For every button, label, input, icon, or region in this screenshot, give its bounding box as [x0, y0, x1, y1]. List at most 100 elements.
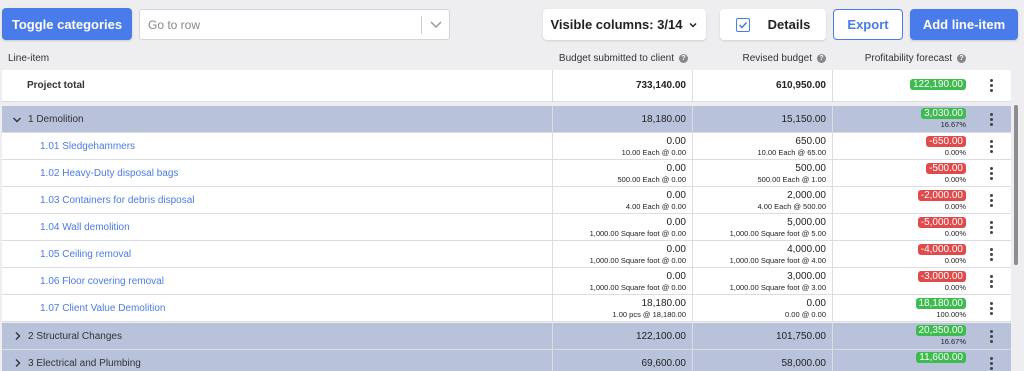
chevron-right-icon[interactable] — [13, 358, 23, 368]
category-profit-wrap: 20,350.00 16.67% — [915, 325, 966, 347]
add-line-item-button[interactable]: Add line-item — [910, 9, 1018, 40]
line-item-link[interactable]: 1.03 Containers for debris disposal — [40, 187, 195, 213]
help-icon[interactable]: ? — [817, 53, 826, 63]
line-item-link[interactable]: 1.06 Floor covering removal — [40, 268, 164, 294]
line-item-link[interactable]: 1.07 Client Value Demolition — [40, 295, 165, 321]
line-item-profit-badge: -5,000.00 — [917, 217, 966, 228]
line-item-budget-detail: 1.00 pcs @ 18,180.00 — [612, 310, 687, 319]
category-label: 1 Demolition — [28, 113, 84, 125]
category-profit-badge: 20,350.00 — [915, 325, 966, 336]
line-item-row[interactable]: 1.07 Client Value Demolition 18,180.00 1.… — [2, 295, 1011, 322]
help-icon[interactable]: ? — [679, 53, 688, 63]
vertical-scrollbar[interactable] — [1014, 105, 1018, 265]
more-options-icon[interactable] — [990, 275, 993, 290]
total-profit-badge-wrap: 122,190.00 — [909, 79, 966, 90]
line-item-profit-cell: 18,180.00 100.00% — [832, 295, 970, 321]
category-profit-wrap: 3,030.00 16.67% — [921, 108, 966, 130]
total-profit-badge: 122,190.00 — [909, 79, 966, 90]
line-item-budget-detail: 1,000.00 Square foot @ 0.00 — [589, 229, 686, 238]
column-header-label: Revised budget — [742, 52, 813, 64]
line-item-budget-value: 18,180.00 — [641, 298, 687, 309]
more-options-icon[interactable] — [990, 167, 993, 182]
line-item-budget-cell: 18,180.00 1.00 pcs @ 18,180.00 — [552, 295, 692, 321]
line-item-revised-value: 0.00 — [806, 298, 826, 309]
category-budget-value: 69,600.00 — [641, 358, 687, 369]
chevron-down-icon[interactable] — [12, 115, 22, 125]
line-item-budget-value: 0.00 — [666, 271, 686, 282]
chevron-down-icon[interactable] — [428, 15, 444, 33]
category-row[interactable]: 3 Electrical and Plumbing 69,600.00 58,0… — [2, 350, 1011, 371]
column-header-label: Line-item — [8, 52, 50, 64]
more-options-icon[interactable] — [990, 357, 993, 371]
toggle-categories-button[interactable]: Toggle categories — [2, 8, 132, 40]
more-options-icon[interactable] — [990, 302, 993, 317]
line-item-row[interactable]: 1.03 Containers for debris disposal 0.00… — [2, 187, 1011, 214]
column-header-profit[interactable]: Profitability forecast ? — [830, 48, 966, 68]
total-budget-value: 733,140.00 — [635, 80, 686, 91]
line-item-profit-cell: -3,000.00 0.00% — [832, 268, 970, 294]
export-button[interactable]: Export — [833, 9, 903, 40]
more-options-icon[interactable] — [990, 194, 993, 209]
category-profit-cell: 20,350.00 16.67% — [832, 323, 970, 349]
category-row[interactable]: 2 Structural Changes 122,100.00 101,750.… — [2, 323, 1011, 350]
category-profit-percent: 16.67% — [940, 337, 966, 346]
line-item-budget-cell: 0.00 10.00 Each @ 0.00 — [552, 133, 692, 159]
add-line-item-label: Add line-item — [922, 17, 1006, 32]
go-to-row-select[interactable] — [139, 9, 450, 40]
column-header-revised[interactable]: Revised budget ? — [690, 48, 826, 68]
details-toggle[interactable]: Details — [720, 9, 826, 40]
line-item-row[interactable]: 1.04 Wall demolition 0.00 1,000.00 Square… — [2, 214, 1011, 241]
total-revised-value: 610,950.00 — [775, 80, 826, 91]
line-item-profit-badge: -3,000.00 — [917, 271, 966, 282]
more-options-icon[interactable] — [990, 221, 993, 236]
line-item-row[interactable]: 1.06 Floor covering removal 0.00 1,000.00… — [2, 268, 1011, 295]
line-item-budget-detail: 4.00 Each @ 0.00 — [625, 202, 686, 211]
details-label: Details — [767, 17, 811, 32]
line-item-revised-value: 3,000.00 — [787, 271, 826, 282]
line-item-budget-value: 0.00 — [666, 244, 686, 255]
line-item-budget-cell: 0.00 1,000.00 Square foot @ 0.00 — [552, 268, 692, 294]
line-item-profit-percent: 0.00% — [944, 202, 966, 211]
more-options-icon[interactable] — [990, 113, 993, 128]
category-row[interactable]: 1 Demolition 18,180.00 15,150.00 3,030.0… — [2, 106, 1011, 133]
line-item-link[interactable]: 1.05 Ceiling removal — [40, 241, 131, 267]
line-item-link[interactable]: 1.04 Wall demolition — [40, 214, 130, 240]
line-item-profit-badge: -4,000.00 — [917, 244, 966, 255]
line-item-profit-cell: -2,000.00 0.00% — [832, 187, 970, 213]
help-icon[interactable]: ? — [957, 53, 966, 63]
more-options-icon[interactable] — [990, 330, 993, 345]
line-item-budget-detail: 1,000.00 Square foot @ 0.00 — [589, 283, 686, 292]
more-options-icon[interactable] — [990, 140, 993, 155]
category-revised-value: 101,750.00 — [775, 331, 826, 342]
line-item-profit-badge: -650.00 — [926, 136, 966, 147]
line-item-budget-value: 0.00 — [666, 136, 686, 147]
category-budget-cell: 69,600.00 — [552, 350, 692, 371]
category-revised-cell: 101,750.00 — [692, 323, 832, 349]
column-header-line-item[interactable]: Line-item — [8, 48, 208, 68]
more-options-icon[interactable] — [990, 79, 993, 94]
line-item-row[interactable]: 1.02 Heavy-Duty disposal bags 0.00 500.00… — [2, 160, 1011, 187]
checkbox-checked-icon[interactable] — [735, 17, 750, 32]
line-item-budget-cell: 0.00 1,000.00 Square foot @ 0.00 — [552, 214, 692, 240]
line-item-budget-detail: 10.00 Each @ 0.00 — [621, 148, 686, 157]
line-item-revised-cell: 650.00 10.00 Each @ 65.00 — [692, 133, 832, 159]
column-header-budget[interactable]: Budget submitted to client ? — [520, 48, 688, 68]
category-budget-cell: 18,180.00 — [552, 106, 692, 132]
line-item-profit-percent: 0.00% — [944, 148, 966, 157]
line-item-link[interactable]: 1.01 Sledgehammers — [40, 133, 135, 159]
line-item-revised-detail: 500.00 Each @ 1.00 — [757, 175, 827, 184]
line-item-budget-cell: 0.00 4.00 Each @ 0.00 — [552, 187, 692, 213]
line-item-profit-cell: -500.00 0.00% — [832, 160, 970, 186]
more-options-icon[interactable] — [990, 248, 993, 263]
visible-columns-button[interactable]: Visible columns: 3/14 — [543, 9, 706, 40]
total-budget-cell: 733,140.00 — [552, 70, 692, 101]
line-item-row[interactable]: 1.05 Ceiling removal 0.00 1,000.00 Square… — [2, 241, 1011, 268]
toggle-categories-label: Toggle categories — [11, 16, 123, 32]
line-item-profit-percent: 0.00% — [944, 283, 966, 292]
go-to-row-input[interactable] — [140, 10, 420, 39]
chevron-right-icon[interactable] — [13, 331, 23, 341]
select-separator — [421, 16, 422, 34]
line-item-row[interactable]: 1.01 Sledgehammers 0.00 10.00 Each @ 0.00… — [2, 133, 1011, 160]
category-profit-wrap: 11,600.00 — [916, 352, 966, 363]
line-item-link[interactable]: 1.02 Heavy-Duty disposal bags — [40, 160, 178, 186]
